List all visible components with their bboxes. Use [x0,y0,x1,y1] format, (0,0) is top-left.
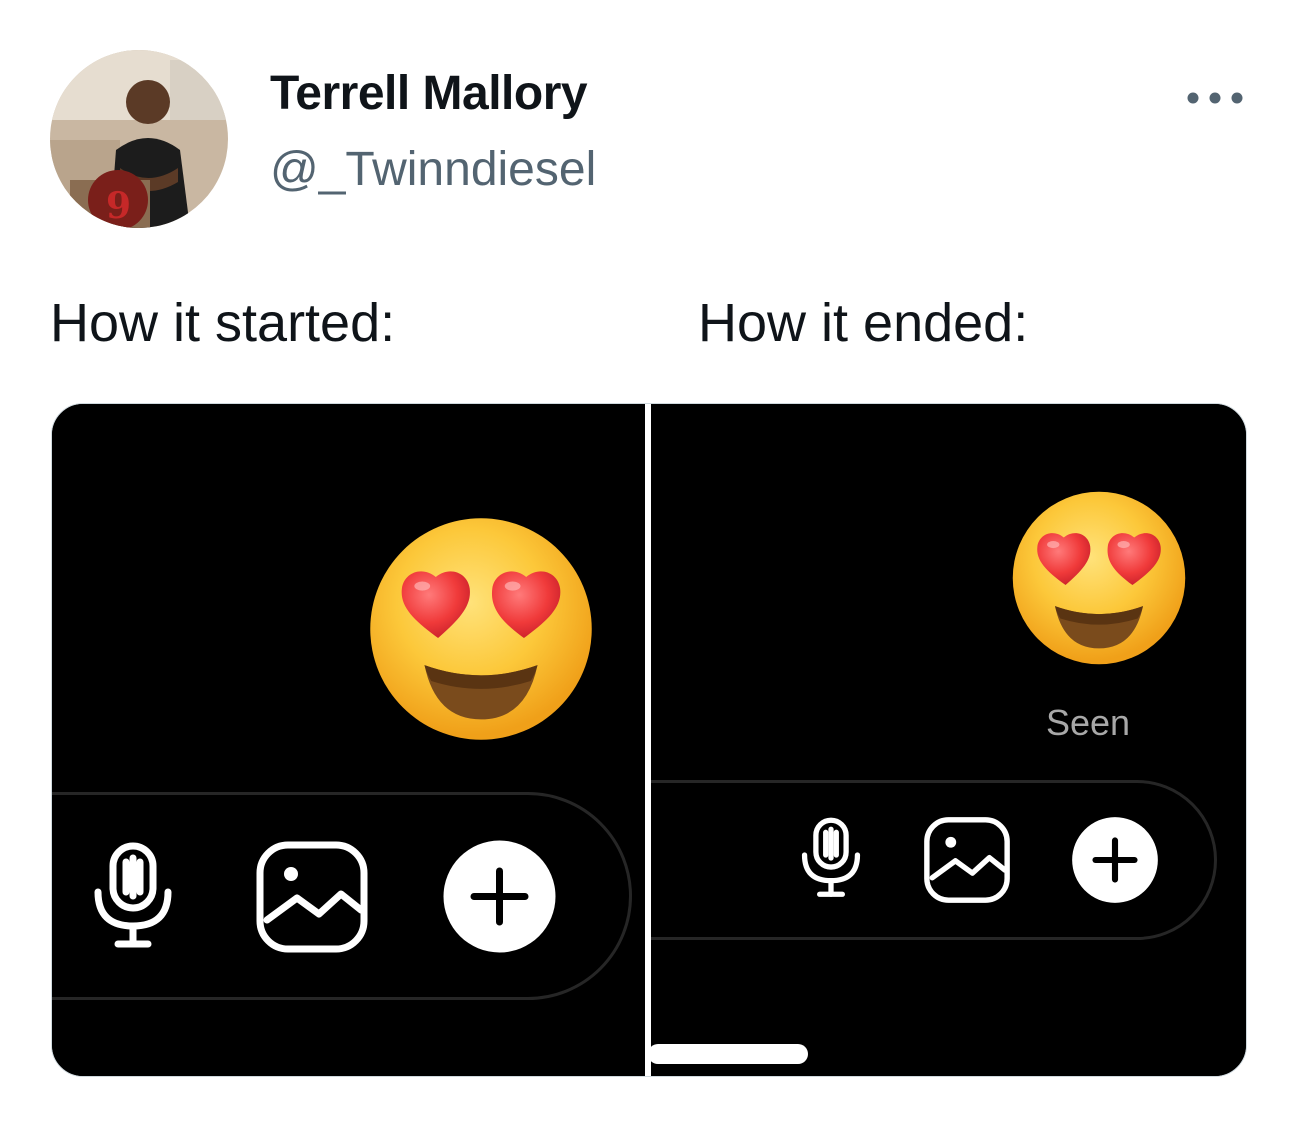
microphone-icon[interactable] [797,814,865,902]
media-panel-left[interactable] [52,404,645,1076]
display-name[interactable]: Terrell Mallory [270,66,588,121]
heart-eyes-emoji [1012,491,1186,665]
image-gallery-icon[interactable] [255,840,369,954]
seen-status: Seen [1046,702,1131,743]
svg-text:9: 9 [106,185,131,227]
home-indicator [648,1044,808,1064]
microphone-icon[interactable] [88,840,178,952]
image-gallery-icon[interactable] [923,816,1011,904]
plus-icon[interactable] [1071,816,1159,904]
heart-eyes-emoji [370,518,592,740]
tweet-text-left: How it started: [50,293,396,353]
tweet-text-right: How it ended: [698,293,1029,353]
more-icon[interactable] [1180,80,1250,116]
plus-icon[interactable] [442,839,557,954]
avatar[interactable]: 9 [50,50,228,228]
user-handle[interactable]: @_Twinndiesel [270,142,596,197]
tweet-media[interactable]: Seen [51,403,1247,1077]
media-panel-right[interactable] [651,404,1246,1076]
